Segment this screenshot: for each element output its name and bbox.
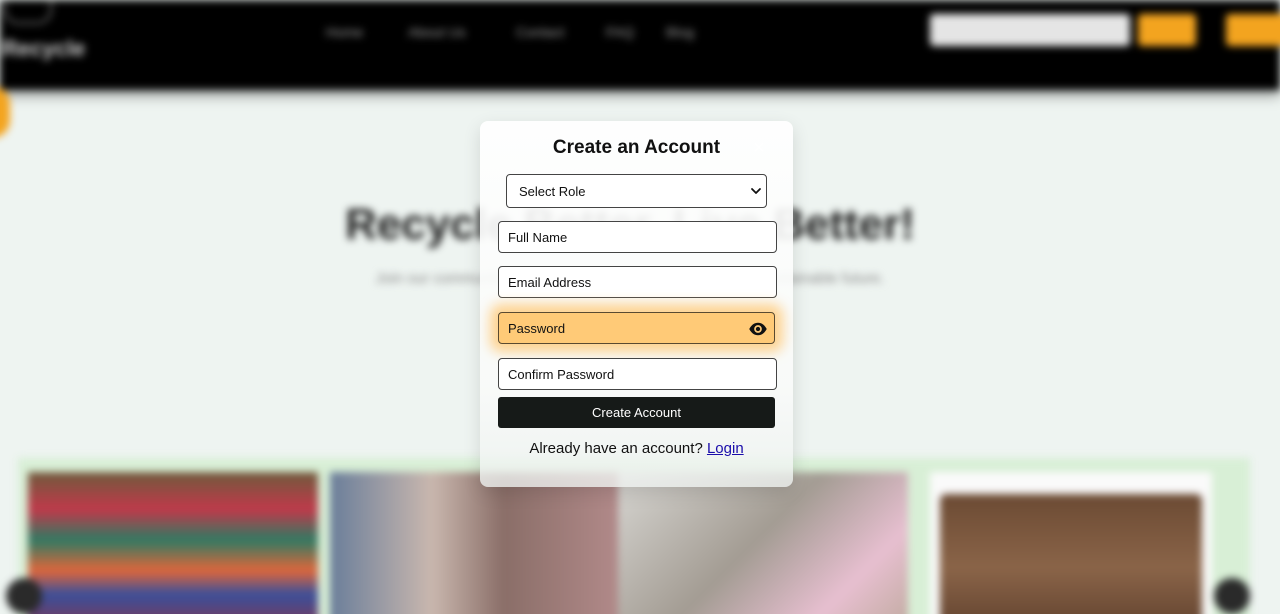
close-icon[interactable]: × [748,137,770,159]
confirm-password-field[interactable]: Confirm Password [498,358,777,390]
carousel-prev-button[interactable] [6,578,42,614]
signup-modal: Create an Account × Select Role Full Nam… [480,121,793,487]
email-field[interactable]: Email Address [498,266,777,298]
login-prompt-text: Already have an account? [529,440,703,457]
chevron-down-icon [751,188,761,194]
nav-search-button[interactable] [1138,14,1196,46]
password-field[interactable]: Password [498,312,775,344]
nav-link-about[interactable]: About Us [408,24,466,40]
nav-link-faq[interactable]: FAQ [606,24,634,40]
navbar: Recycle Home About Us Contact FAQ Blog [0,0,1280,90]
modal-title: Create an Account [552,137,721,158]
gallery-image [28,472,318,614]
nav-search-input[interactable] [930,14,1130,46]
gallery-image-content [940,494,1202,614]
full-name-field[interactable]: Full Name [498,221,777,253]
nav-link-contact[interactable]: Contact [516,24,564,40]
create-account-button[interactable]: Create Account [498,397,775,428]
login-prompt-row: Already have an account? Login [480,440,793,457]
page: Recycle Home About Us Contact FAQ Blog R… [0,0,1280,614]
gallery-image [930,472,1212,614]
logo-icon [4,0,52,24]
role-select-value: Select Role [519,184,586,199]
gallery-image [618,472,908,614]
nav-signup-button[interactable] [1226,14,1280,46]
eye-icon[interactable] [748,319,768,339]
email-placeholder: Email Address [508,275,592,290]
carousel-next-button[interactable] [1214,578,1250,614]
nav-link-blog[interactable]: Blog [666,24,694,40]
full-name-placeholder: Full Name [508,230,568,245]
confirm-password-placeholder: Confirm Password [508,367,615,382]
password-placeholder: Password [508,321,566,336]
nav-link-home[interactable]: Home [326,24,363,40]
role-select[interactable]: Select Role [506,174,767,208]
side-tab[interactable] [0,86,10,138]
login-link[interactable]: Login [707,440,744,457]
gallery-image [330,472,620,614]
logo-text: Recycle [2,36,86,61]
